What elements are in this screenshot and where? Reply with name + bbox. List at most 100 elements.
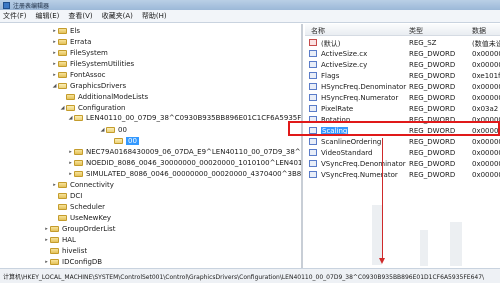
tree-node-label: FileSystemUtilities <box>70 60 135 68</box>
column-name-header[interactable]: 名称 <box>311 26 325 36</box>
folder-icon <box>106 127 115 133</box>
tree-node-label: Errata <box>70 38 92 46</box>
registry-value-row[interactable]: ActiveSize.cy REG_DWORD 0x00000 <box>305 59 500 70</box>
tree-node[interactable]: AdditionalModeLists <box>59 92 148 102</box>
folder-icon <box>66 105 75 111</box>
expand-collapsed-icon[interactable]: ▸ <box>67 149 74 155</box>
menu-edit[interactable]: 编辑(E) <box>36 11 60 21</box>
binary-value-icon <box>309 160 317 167</box>
tree-node[interactable]: ▸ NEC79A0168430009_06_07DA_E9^LEN40110_00… <box>67 147 301 157</box>
registry-value-row[interactable]: VSyncFreq.Denominator REG_DWORD 0x00000 <box>305 158 500 169</box>
tree-node-label: UseNewKey <box>70 214 112 222</box>
folder-icon <box>114 138 123 144</box>
folder-icon <box>58 61 67 67</box>
string-value-icon <box>309 39 317 46</box>
tree-node[interactable]: ◢ LEN40110_00_07D9_38^C0930B935BB896E01C1… <box>67 113 301 123</box>
registry-value-row[interactable]: VSyncFreq.Numerator REG_DWORD 0x00000 <box>305 169 500 180</box>
registry-value-row[interactable]: Flags REG_DWORD 0xe101f <box>305 70 500 81</box>
value-type: REG_SZ <box>409 39 437 47</box>
tree-node-label: FontAssoc <box>70 71 106 79</box>
menu-help[interactable]: 帮助(H) <box>142 11 167 21</box>
tree-node[interactable]: ▸ Els <box>51 26 80 36</box>
title-bar: 注册表编辑器 <box>0 0 500 10</box>
registry-value-row[interactable]: PixelRate REG_DWORD 0x03a2 <box>305 103 500 114</box>
expand-collapsed-icon[interactable]: ▸ <box>67 160 74 166</box>
binary-value-icon <box>309 50 317 57</box>
tree-node[interactable]: ◢ 00 <box>99 125 127 135</box>
expand-collapsed-icon[interactable]: ▸ <box>51 39 58 45</box>
tree-node[interactable]: ◢ Configuration <box>59 103 126 113</box>
tree-node-label: NEC79A0168430009_06_07DA_E9^LEN40110_00_… <box>86 148 301 156</box>
menu-view[interactable]: 查看(V) <box>68 11 92 21</box>
binary-value-icon <box>309 61 317 68</box>
expand-open-icon[interactable]: ◢ <box>59 105 66 111</box>
expand-open-icon[interactable]: ◢ <box>51 83 58 89</box>
expand-collapsed-icon[interactable]: ▸ <box>51 28 58 34</box>
folder-icon <box>74 171 83 177</box>
registry-value-row[interactable]: HSyncFreq.Denominator REG_DWORD 0x00000 <box>305 81 500 92</box>
expand-collapsed-icon[interactable]: ▸ <box>67 171 74 177</box>
tree-node-label: GroupOrderList <box>62 225 116 233</box>
tree-node[interactable]: ▸ Errata <box>51 37 91 47</box>
menu-file[interactable]: 文件(F) <box>3 11 27 21</box>
list-header: 名称 类型 数据 <box>305 24 500 36</box>
expand-collapsed-icon[interactable]: ▸ <box>43 226 50 232</box>
column-type-header[interactable]: 类型 <box>409 26 423 36</box>
expand-collapsed-icon[interactable]: ▸ <box>51 182 58 188</box>
tree-node[interactable]: ▸ IDConfigDB <box>43 257 102 267</box>
value-type: REG_DWORD <box>409 138 456 146</box>
folder-icon <box>58 28 67 34</box>
window-title: 注册表编辑器 <box>13 2 50 10</box>
annotation-arrow-head <box>379 258 385 264</box>
tree-node[interactable]: hivelist <box>43 246 87 256</box>
tree-node[interactable]: ▸ FileSystemUtilities <box>51 59 134 69</box>
folder-icon <box>50 237 59 243</box>
registry-value-row[interactable]: ScanlineOrdering REG_DWORD 0x00000 <box>305 136 500 147</box>
tree-node[interactable]: ▸ NOEDID_8086_0046_30000000_00020000_1010… <box>67 158 301 168</box>
registry-values-list[interactable]: 名称 类型 数据 (默认)REG_SZ(数值未设置) ActiveSize.cx R… <box>305 24 500 268</box>
folder-icon <box>50 248 59 254</box>
value-name: ActiveSize.cy <box>321 61 368 69</box>
expand-open-icon[interactable]: ◢ <box>99 127 106 133</box>
tree-node-label: HAL <box>62 236 76 244</box>
expand-collapsed-icon[interactable]: ▸ <box>51 50 58 56</box>
tree-node-label: GraphicsDrivers <box>70 82 127 90</box>
tree-node[interactable]: ▸ FileSystem <box>51 48 108 58</box>
value-type: REG_DWORD <box>409 50 456 58</box>
tree-node[interactable]: ◢ GraphicsDrivers <box>51 81 127 91</box>
value-type: REG_DWORD <box>409 171 456 179</box>
tree-node[interactable]: Scheduler <box>51 202 105 212</box>
registry-value-row[interactable]: HSyncFreq.Numerator REG_DWORD 0x00000 <box>305 92 500 103</box>
tree-node[interactable]: DCI <box>51 191 82 201</box>
tree-node[interactable]: ▸ GroupOrderList <box>43 224 115 234</box>
binary-value-icon <box>309 105 317 112</box>
status-bar: 计算机\HKEY_LOCAL_MACHINE\SYSTEM\ControlSet… <box>0 268 500 283</box>
value-name: VSyncFreq.Numerator <box>321 171 398 179</box>
annotation-highlight-box <box>288 121 500 136</box>
value-name: HSyncFreq.Numerator <box>321 94 399 102</box>
column-data-header[interactable]: 数据 <box>472 26 486 36</box>
registry-value-row[interactable]: VideoStandard REG_DWORD 0x00000 <box>305 147 500 158</box>
tree-node-label: hivelist <box>62 247 88 255</box>
tree-node[interactable]: ▸ SIMULATED_8086_0046_00000000_00020000_4… <box>67 169 301 179</box>
value-name: ActiveSize.cx <box>321 50 368 58</box>
tree-node[interactable]: ▸ FontAssoc <box>51 70 105 80</box>
registry-value-row[interactable]: ActiveSize.cx REG_DWORD 0x00000 <box>305 48 500 59</box>
tree-node[interactable]: 00 <box>107 136 139 146</box>
folder-icon <box>58 193 67 199</box>
expand-collapsed-icon[interactable]: ▸ <box>51 61 58 67</box>
tree-node[interactable]: ▸ Connectivity <box>51 180 114 190</box>
value-data: 0x03a2 <box>472 105 499 113</box>
binary-value-icon <box>309 94 317 101</box>
folder-icon <box>74 149 83 155</box>
expand-collapsed-icon[interactable]: ▸ <box>51 72 58 78</box>
menu-favorites[interactable]: 收藏夹(A) <box>102 11 133 21</box>
tree-node[interactable]: UseNewKey <box>51 213 111 223</box>
screen-glare <box>420 230 428 266</box>
registry-value-row[interactable]: (默认)REG_SZ(数值未设置) <box>305 37 500 48</box>
registry-tree[interactable]: ▸ Els ▸ Errata ▸ FileSystem ▸ FileSystemUtiliti… <box>0 24 303 268</box>
tree-node[interactable]: ▸ HAL <box>43 235 76 245</box>
expand-open-icon[interactable]: ◢ <box>67 115 74 121</box>
expand-collapsed-icon[interactable]: ▸ <box>43 237 50 243</box>
expand-collapsed-icon[interactable]: ▸ <box>43 259 50 265</box>
